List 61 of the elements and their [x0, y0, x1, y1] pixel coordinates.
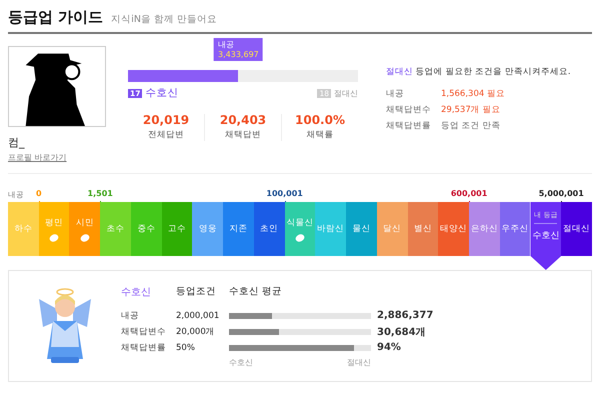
scale-label: 절대신 [347, 356, 371, 368]
tier-name: 초수 [106, 223, 125, 235]
requirement-label: 채택답변수 [386, 104, 432, 116]
tier-name: 우주신 [502, 223, 529, 235]
row-label: 채택답변률 [121, 342, 167, 354]
tier-name: 바람신 [317, 223, 344, 235]
score-tooltip: 내공 3,433,697 [214, 38, 263, 62]
average-value: 2,886,377 [377, 310, 434, 321]
threshold-value: 600,001 [450, 189, 488, 198]
page-subtitle: 지식iN을 함께 만들어요 [111, 13, 218, 26]
threshold-value: 5,000,001 [538, 189, 584, 198]
threshold-value: 1,501 [88, 189, 113, 198]
tier-name: 수호신 [121, 286, 152, 298]
current-level: 수호신 [145, 86, 178, 100]
user-name: 컴_ [8, 135, 26, 150]
requirement-value: 29,537개 필요 [441, 104, 502, 116]
requirement-label: 채택답변률 [386, 120, 432, 132]
tier-name: 영웅 [198, 223, 217, 235]
tier-name: 초인 [260, 223, 278, 235]
stat-value: 100.0% [295, 114, 345, 126]
tier-name: 별신 [414, 223, 432, 235]
tier-name: 물신 [352, 223, 370, 235]
stat-label: 채택률 [306, 129, 334, 141]
tier-name: 절대신 [563, 223, 590, 235]
page-title: 등급업 가이드 [8, 8, 104, 27]
row-label: 내공 [121, 310, 140, 322]
tier-name: 달신 [383, 223, 402, 235]
row-label: 채택답변수 [121, 326, 167, 338]
stat-value: 20,403 [220, 114, 266, 126]
condition-value: 20,000개 [176, 326, 216, 338]
requirement-label: 내공 [386, 88, 405, 100]
tier-name: 수호신 [532, 230, 560, 242]
tier-name: 하수 [14, 223, 32, 235]
egg-icon [49, 234, 60, 242]
tier-name: 지존 [230, 223, 248, 235]
egg-icon [80, 234, 90, 242]
next-level: 절대신 [334, 88, 358, 98]
tier-name: 은하신 [470, 223, 498, 235]
column-header: 등업조건 [176, 285, 217, 298]
tier-name: 시민 [76, 216, 94, 228]
tier-name: 중수 [137, 223, 156, 235]
condition-value: 50% [176, 342, 196, 352]
requirement-value: 등업 조건 만족 [441, 120, 502, 132]
requirement-message: 절대신 등업에 필요한 조건을 만족시켜주세요. [386, 66, 572, 78]
threshold-value: 0 [36, 189, 42, 198]
tier-name: 태양신 [440, 223, 468, 235]
stat-label: 채택답변 [225, 129, 261, 141]
condition-value: 2,000,001 [176, 310, 220, 320]
requirement-value: 1,566,304 필요 [441, 88, 506, 100]
profile-link[interactable]: 프로필 바로가기 [8, 152, 67, 163]
tier-name: 평민 [45, 216, 64, 228]
average-value: 94% [377, 342, 402, 353]
stat-label: 전체답변 [148, 129, 184, 141]
average-value: 30,684개 [377, 326, 427, 338]
scale-label: 수호신 [229, 356, 253, 368]
tier-name: 식물신 [286, 216, 314, 228]
threshold-value: 100,001 [266, 189, 303, 198]
egg-icon [294, 234, 305, 242]
tier-name: 고수 [168, 223, 186, 235]
column-header: 수호신 평균 [229, 285, 284, 298]
stat-value: 20,019 [142, 114, 190, 126]
